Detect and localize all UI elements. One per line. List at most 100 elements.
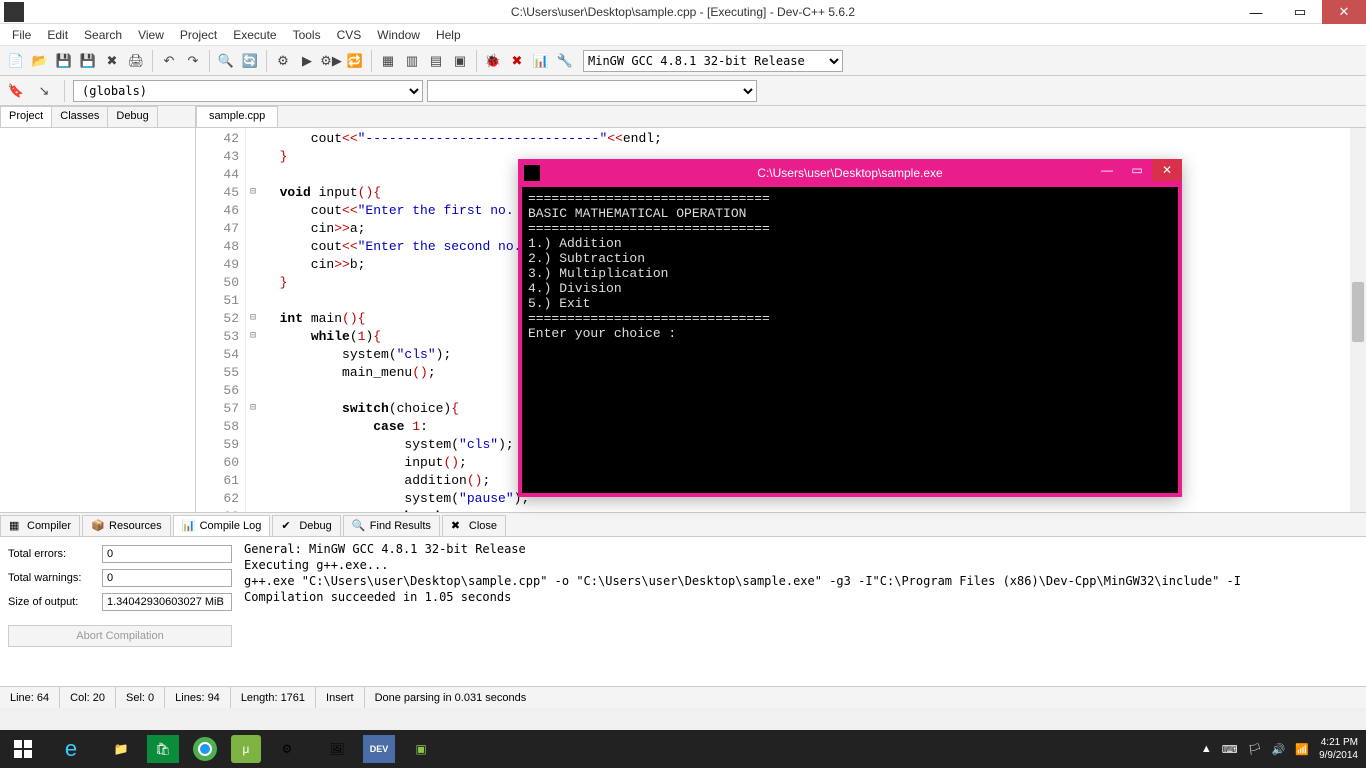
replace-icon[interactable]: 🔄 bbox=[239, 50, 261, 72]
tool-icon[interactable]: 🔧 bbox=[554, 50, 576, 72]
action-icon[interactable]: 🏳 bbox=[1248, 743, 1262, 756]
profile-icon[interactable]: 📊 bbox=[530, 50, 552, 72]
sb-msg: Done parsing in 0.031 seconds bbox=[365, 687, 1366, 708]
bottom-tab-find-results[interactable]: 🔍Find Results bbox=[343, 515, 440, 536]
console-minimize-button[interactable]: — bbox=[1092, 159, 1122, 181]
maximize-button[interactable]: ▭ bbox=[1278, 0, 1322, 24]
bottom-tab-compiler[interactable]: ▦Compiler bbox=[0, 515, 80, 536]
console-output[interactable]: =============================== BASIC MA… bbox=[522, 187, 1178, 493]
new-icon[interactable]: 📄 bbox=[5, 50, 27, 72]
console-window[interactable]: C:\Users\user\Desktop\sample.exe — ▭ ✕ =… bbox=[518, 159, 1182, 497]
divider bbox=[266, 50, 267, 72]
volume-icon[interactable]: 🔊 bbox=[1272, 743, 1286, 756]
log-icon: 📊 bbox=[182, 519, 196, 533]
taskbar-console-icon[interactable]: ▣ bbox=[397, 731, 445, 767]
sb-length: Length: 1761 bbox=[231, 687, 316, 708]
taskbar-photos-icon[interactable]: 🖼 bbox=[313, 731, 361, 767]
statusbar: Line: 64 Col: 20 Sel: 0 Lines: 94 Length… bbox=[0, 686, 1366, 708]
save-icon[interactable]: 💾 bbox=[53, 50, 75, 72]
member-select[interactable] bbox=[427, 80, 757, 102]
keyboard-icon[interactable]: ⌨ bbox=[1222, 743, 1238, 756]
compile-log-panel: Total errors: Total warnings: Size of ou… bbox=[0, 536, 1366, 686]
saveall-icon[interactable]: 💾 bbox=[77, 50, 99, 72]
editor-scrollbar[interactable] bbox=[1350, 128, 1366, 512]
close-icon: ✖ bbox=[451, 519, 465, 533]
compile-run-icon[interactable]: ⚙▶ bbox=[320, 50, 342, 72]
find-icon[interactable]: 🔍 bbox=[215, 50, 237, 72]
taskbar-devcpp-icon[interactable]: DEV bbox=[363, 735, 395, 763]
close-button[interactable]: ✕ bbox=[1322, 0, 1366, 24]
compiler-select[interactable]: MinGW GCC 4.8.1 32-bit Release bbox=[583, 50, 843, 72]
sb-mode: Insert bbox=[316, 687, 365, 708]
compile-icon[interactable]: ⚙ bbox=[272, 50, 294, 72]
console-title: C:\Users\user\Desktop\sample.exe bbox=[757, 166, 942, 180]
taskbar-chrome-icon[interactable] bbox=[181, 731, 229, 767]
tray-clock[interactable]: 4:21 PM9/9/2014 bbox=[1319, 736, 1358, 762]
grid4-icon[interactable]: ▣ bbox=[449, 50, 471, 72]
sb-lines: Lines: 94 bbox=[165, 687, 231, 708]
start-button[interactable] bbox=[0, 730, 46, 768]
menu-cvs[interactable]: CVS bbox=[329, 26, 370, 44]
resources-icon: 📦 bbox=[91, 519, 105, 533]
menu-window[interactable]: Window bbox=[369, 26, 428, 44]
open-icon[interactable]: 📂 bbox=[29, 50, 51, 72]
grid1-icon[interactable]: ▦ bbox=[377, 50, 399, 72]
compiler-icon: ▦ bbox=[9, 519, 23, 533]
bottom-tab-compile-log[interactable]: 📊Compile Log bbox=[173, 515, 271, 536]
taskbar-app1-icon[interactable]: ⚙ bbox=[263, 731, 311, 767]
debug-icon: ✔ bbox=[281, 519, 295, 533]
goto-icon[interactable]: ↘ bbox=[33, 80, 55, 102]
abort-button[interactable]: Abort Compilation bbox=[8, 625, 232, 647]
scope-select[interactable]: (globals) bbox=[73, 80, 423, 102]
bottom-tabs: ▦Compiler📦Resources📊Compile Log✔Debug🔍Fi… bbox=[0, 512, 1366, 536]
close-file-icon[interactable]: ✖ bbox=[101, 50, 123, 72]
fold-gutter[interactable]: ⊟ ⊟⊟ ⊟ bbox=[246, 128, 260, 512]
redo-icon[interactable]: ↷ bbox=[182, 50, 204, 72]
undo-icon[interactable]: ↶ bbox=[158, 50, 180, 72]
sb-sel: Sel: 0 bbox=[116, 687, 165, 708]
errors-value bbox=[102, 545, 232, 563]
rebuild-icon[interactable]: 🔁 bbox=[344, 50, 366, 72]
system-tray[interactable]: ▲ ⌨ 🏳 🔊 📶 4:21 PM9/9/2014 bbox=[1201, 736, 1366, 762]
taskbar-utorrent-icon[interactable]: μ bbox=[231, 735, 261, 763]
menu-view[interactable]: View bbox=[130, 26, 172, 44]
log-output[interactable]: General: MinGW GCC 4.8.1 32-bit Release … bbox=[240, 537, 1366, 686]
sidebar-tab-classes[interactable]: Classes bbox=[51, 106, 108, 127]
sidebar-tab-project[interactable]: Project bbox=[0, 106, 52, 127]
menu-execute[interactable]: Execute bbox=[225, 26, 284, 44]
bookmark-icon[interactable]: 🔖 bbox=[5, 80, 27, 102]
divider bbox=[476, 50, 477, 72]
file-tab[interactable]: sample.cpp bbox=[196, 106, 278, 127]
taskbar-ie-icon[interactable]: e bbox=[47, 731, 95, 767]
grid2-icon[interactable]: ▥ bbox=[401, 50, 423, 72]
sidebar-tab-debug[interactable]: Debug bbox=[107, 106, 157, 127]
debug-icon[interactable]: 🐞 bbox=[482, 50, 504, 72]
menu-edit[interactable]: Edit bbox=[39, 26, 76, 44]
console-maximize-button[interactable]: ▭ bbox=[1122, 159, 1152, 181]
bottom-tab-resources[interactable]: 📦Resources bbox=[82, 515, 171, 536]
menu-help[interactable]: Help bbox=[428, 26, 469, 44]
console-close-button[interactable]: ✕ bbox=[1152, 159, 1182, 181]
console-titlebar[interactable]: C:\Users\user\Desktop\sample.exe — ▭ ✕ bbox=[518, 159, 1182, 187]
menu-project[interactable]: Project bbox=[172, 26, 225, 44]
menu-file[interactable]: File bbox=[4, 26, 39, 44]
bottom-tab-debug[interactable]: ✔Debug bbox=[272, 515, 340, 536]
console-icon bbox=[524, 165, 540, 181]
wifi-icon[interactable]: 📶 bbox=[1295, 743, 1309, 756]
menu-search[interactable]: Search bbox=[76, 26, 130, 44]
errors-label: Total errors: bbox=[8, 548, 96, 560]
menu-tools[interactable]: Tools bbox=[285, 26, 329, 44]
line-gutter: 4243444546474849505152535455565758596061… bbox=[196, 128, 246, 512]
run-icon[interactable]: ▶ bbox=[296, 50, 318, 72]
taskbar-store-icon[interactable]: 🛍 bbox=[147, 735, 179, 763]
bottom-tab-close[interactable]: ✖Close bbox=[442, 515, 506, 536]
file-tabs: sample.cpp bbox=[196, 106, 1366, 128]
taskbar-explorer-icon[interactable]: 📁 bbox=[97, 731, 145, 767]
stop-icon[interactable]: ✖ bbox=[506, 50, 528, 72]
toolbar-main: 📄 📂 💾 💾 ✖ 🖨 ↶ ↷ 🔍 🔄 ⚙ ▶ ⚙▶ 🔁 ▦ ▥ ▤ ▣ 🐞 ✖… bbox=[0, 46, 1366, 76]
minimize-button[interactable]: — bbox=[1234, 0, 1278, 24]
grid3-icon[interactable]: ▤ bbox=[425, 50, 447, 72]
tray-up-icon[interactable]: ▲ bbox=[1201, 743, 1212, 755]
divider bbox=[209, 50, 210, 72]
print-icon[interactable]: 🖨 bbox=[125, 50, 147, 72]
